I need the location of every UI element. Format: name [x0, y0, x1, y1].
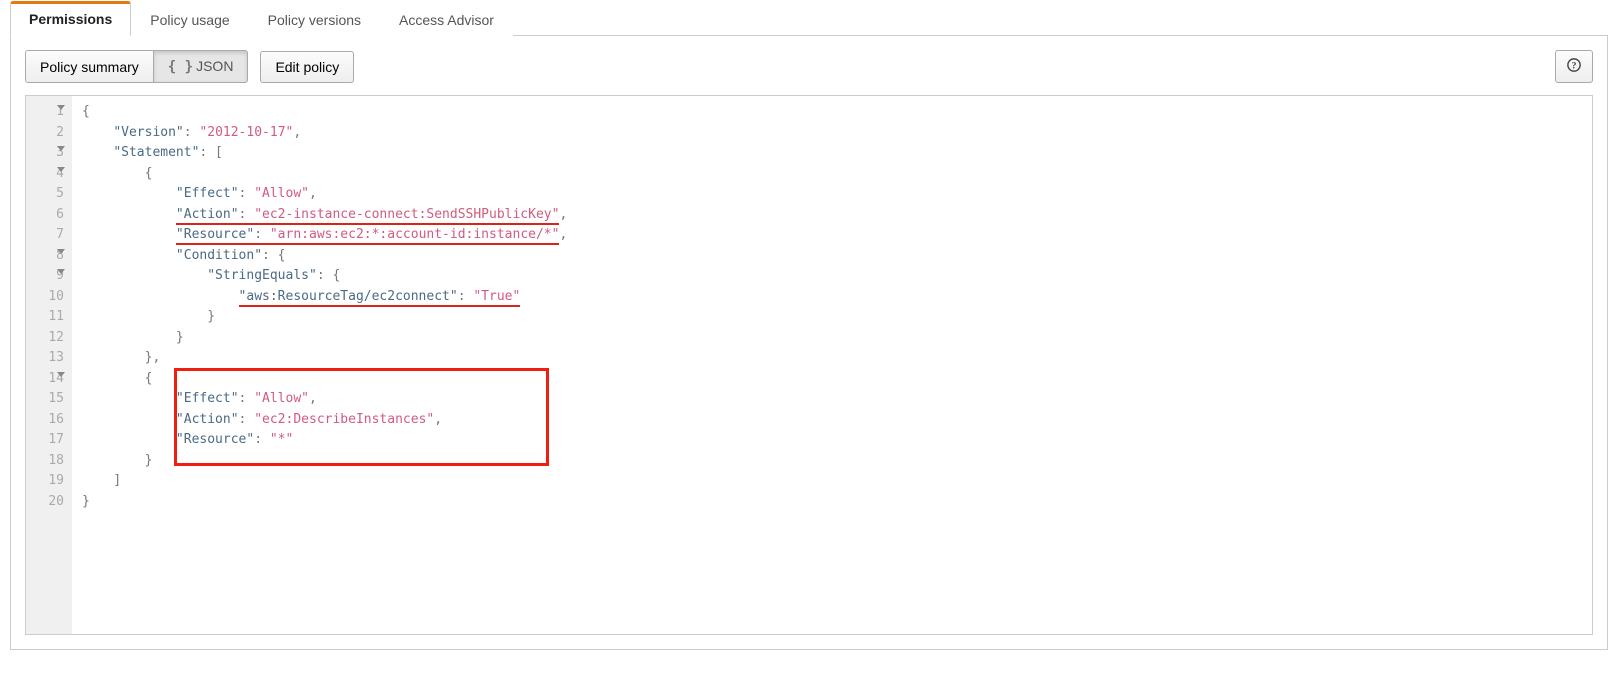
gutter-line: 19 — [26, 471, 64, 492]
gutter-line: 13 — [26, 348, 64, 369]
help-icon: ? — [1567, 58, 1581, 72]
json-view-button[interactable]: { }JSON — [153, 50, 249, 83]
gutter-line: 3 — [26, 143, 64, 164]
gutter-line: 18 — [26, 451, 64, 472]
permissions-panel: Policy summary { }JSON Edit policy ? 123… — [10, 36, 1608, 650]
gutter-line: 9 — [26, 266, 64, 287]
gutter-line: 4 — [26, 164, 64, 185]
gutter-line: 2 — [26, 123, 64, 144]
view-toggle-group: Policy summary { }JSON — [25, 50, 248, 83]
tab-policy-versions[interactable]: Policy versions — [249, 1, 380, 36]
editor-code[interactable]: { "Version": "2012-10-17", "Statement": … — [72, 96, 1592, 634]
gutter-line: 15 — [26, 389, 64, 410]
gutter-line: 1 — [26, 102, 64, 123]
gutter-line: 17 — [26, 430, 64, 451]
gutter-line: 11 — [26, 307, 64, 328]
gutter-line: 12 — [26, 328, 64, 349]
json-editor: 1234567891011121314151617181920 { "Versi… — [25, 95, 1593, 635]
editor-gutter: 1234567891011121314151617181920 — [26, 96, 72, 634]
edit-policy-button[interactable]: Edit policy — [260, 51, 354, 83]
tab-policy-usage[interactable]: Policy usage — [131, 1, 248, 36]
gutter-line: 20 — [26, 492, 64, 513]
highlight-box-annotation — [174, 368, 549, 466]
braces-icon: { } — [168, 59, 193, 75]
gutter-line: 5 — [26, 184, 64, 205]
policy-summary-button[interactable]: Policy summary — [25, 50, 154, 83]
help-button[interactable]: ? — [1555, 50, 1593, 83]
fold-caret-icon[interactable] — [57, 249, 65, 254]
fold-caret-icon[interactable] — [57, 167, 65, 172]
svg-text:?: ? — [1572, 61, 1577, 72]
fold-caret-icon[interactable] — [57, 372, 65, 377]
gutter-line: 6 — [26, 205, 64, 226]
tab-permissions[interactable]: Permissions — [10, 1, 131, 36]
policy-toolbar: Policy summary { }JSON Edit policy ? — [25, 50, 1593, 83]
gutter-line: 10 — [26, 287, 64, 308]
gutter-line: 8 — [26, 246, 64, 267]
tab-bar: Permissions Policy usage Policy versions… — [10, 0, 1608, 36]
tab-access-advisor[interactable]: Access Advisor — [380, 1, 513, 36]
fold-caret-icon[interactable] — [57, 146, 65, 151]
gutter-line: 7 — [26, 225, 64, 246]
fold-caret-icon[interactable] — [57, 105, 65, 110]
gutter-line: 16 — [26, 410, 64, 431]
fold-caret-icon[interactable] — [57, 269, 65, 274]
gutter-line: 14 — [26, 369, 64, 390]
